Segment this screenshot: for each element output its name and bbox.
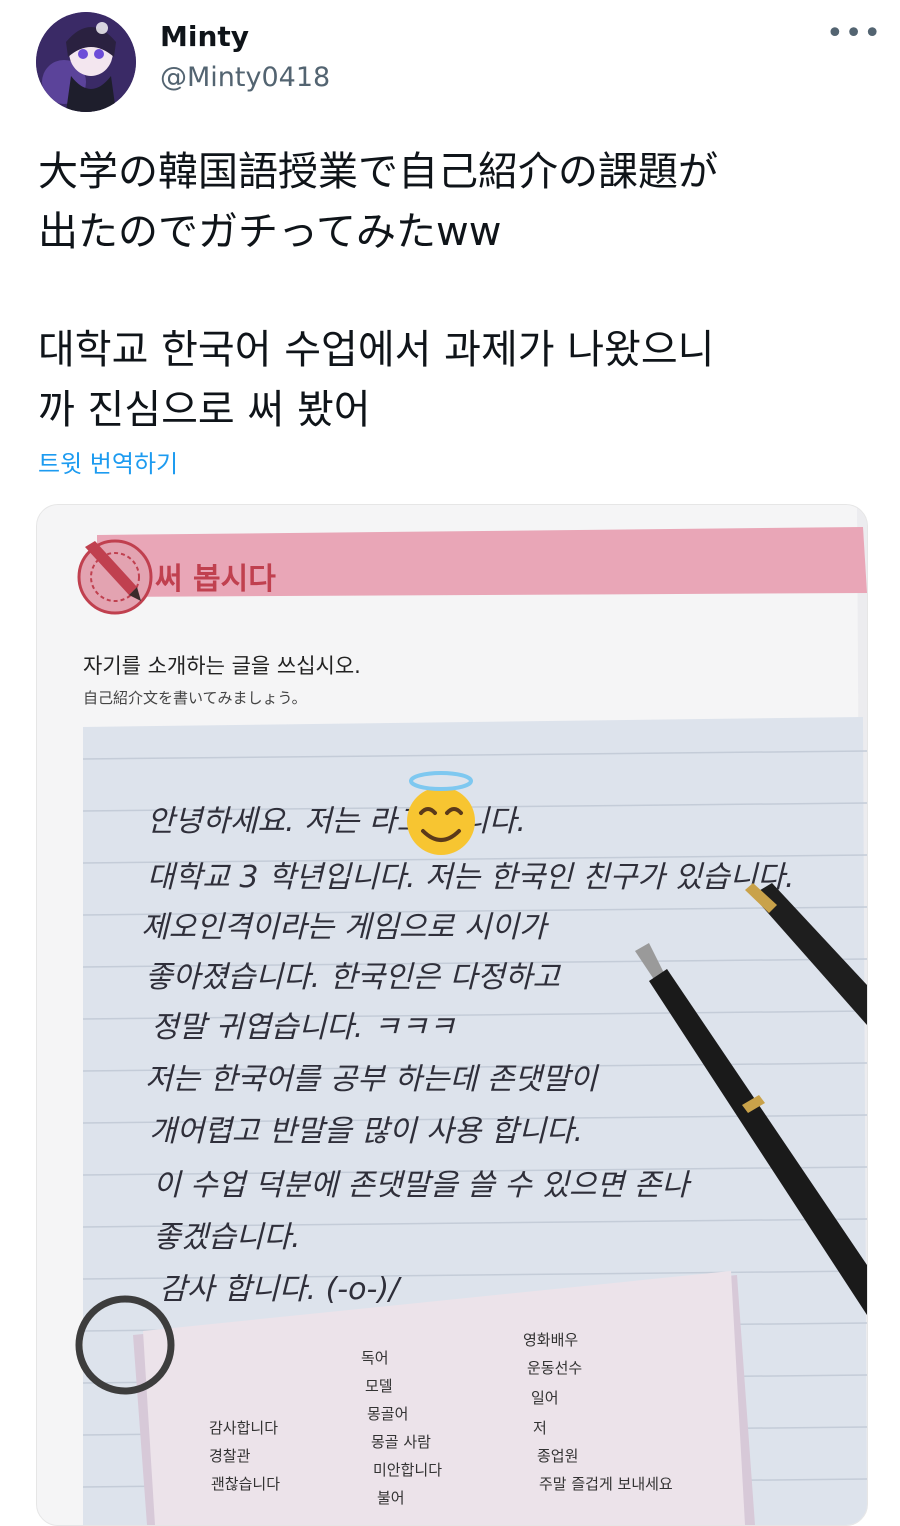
- card-word: 종업원: [537, 1447, 578, 1465]
- handwriting-line: 이 수업 덕분에 존댓말을 쓸 수 있으면 존나: [153, 1168, 692, 1203]
- card-word: 감사합니다: [209, 1419, 278, 1437]
- user-handle[interactable]: @Minty0418: [160, 62, 330, 93]
- handwriting-line: 제오인격이라는 게임으로 시이가: [141, 910, 550, 945]
- card-word: 영화배우: [523, 1331, 578, 1349]
- handwriting-line: 좋겠습니다.: [153, 1220, 301, 1255]
- more-options-icon[interactable]: •••: [826, 19, 881, 54]
- card-word: 미안합니다: [373, 1461, 442, 1479]
- tweet-photo[interactable]: 써 봅시다 자기를 소개하는 글을 쓰십시오. 自己紹介文を書いてみましょう。 …: [36, 504, 868, 1526]
- card-word: 경찰관: [209, 1447, 251, 1465]
- instruction-japanese: 自己紹介文を書いてみましょう。: [83, 689, 307, 707]
- instruction-korean: 자기를 소개하는 글을 쓰십시오.: [83, 654, 361, 678]
- card-word: 일어: [531, 1389, 559, 1407]
- handwriting-line: 저는 한국어를 공부 하는데 존댓말이: [145, 1062, 600, 1097]
- card-word: 운동선수: [527, 1359, 582, 1377]
- card-word: 주말 즐겁게 보내세요: [539, 1475, 673, 1493]
- card-word: 저: [533, 1419, 547, 1437]
- handwriting-line: 개어렵고 반말을 많이 사용 합니다.: [149, 1114, 583, 1149]
- translate-tweet-link[interactable]: 트윗 번역하기: [38, 444, 178, 479]
- card-word: 모델: [365, 1377, 393, 1395]
- card-word: 괜찮습니다: [211, 1475, 280, 1493]
- avatar[interactable]: [36, 12, 136, 112]
- section-title: 써 봅시다: [155, 562, 276, 597]
- handwriting-line: 좋아졌습니다. 한국인은 다정하고: [145, 960, 561, 995]
- display-name[interactable]: Minty: [160, 20, 249, 53]
- card-word: 몽골 사람: [371, 1433, 431, 1451]
- handwriting-line: 대학교 3 학년입니다. 저는 한국인 친구가 있습니다.: [147, 860, 794, 895]
- pencil-icon: [77, 539, 153, 615]
- handwriting-line: 감사 합니다. (-o-)/: [159, 1272, 402, 1307]
- tweet-text-korean: 대학교 한국어 수업에서 과제가 나왔으니 까 진심으로 써 봤어: [38, 327, 715, 433]
- handwriting-line: 정말 귀엽습니다. ㅋㅋㅋ: [151, 1010, 456, 1045]
- card-word: 몽골어: [367, 1405, 408, 1423]
- card-word: 불어: [377, 1489, 405, 1507]
- card-word: 독어: [361, 1349, 389, 1367]
- tweet-text-japanese: 大学の韓国語授業で自己紹介の課題が 出たのでガチってみたww: [38, 149, 718, 255]
